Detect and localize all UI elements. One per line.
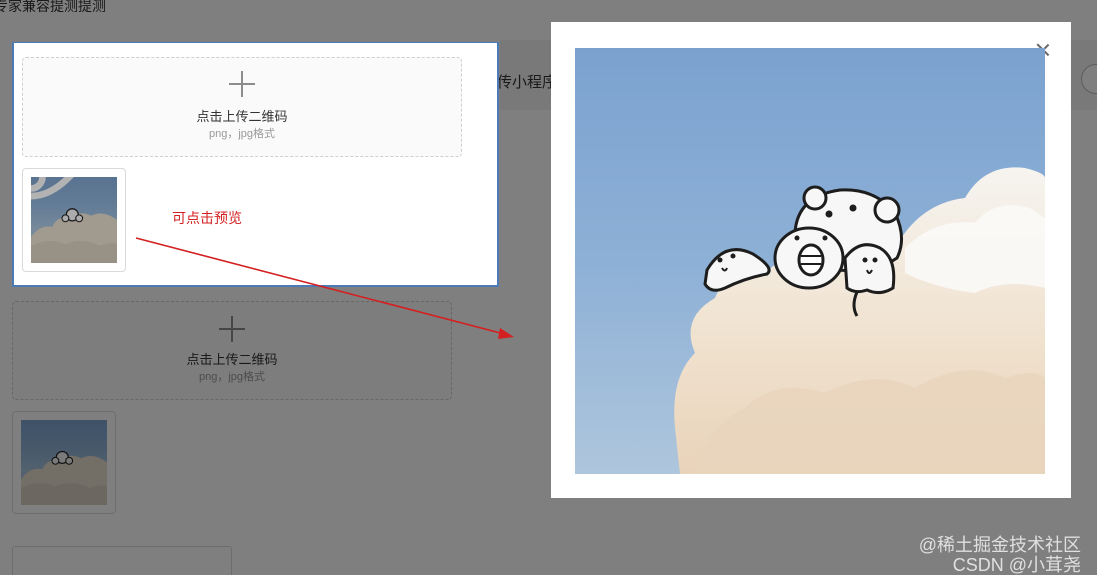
preview-hint-note: 可点击预览 [172, 210, 242, 226]
watermark-line-2: CSDN @小茸尧 [952, 555, 1081, 575]
bear-cloud-illustration [575, 48, 1045, 474]
qr-thumbnail-hover[interactable] [22, 168, 126, 272]
watermark-line-1: @稀土掘金技术社区 [918, 535, 1081, 555]
preview-image [575, 48, 1045, 474]
watermark: @稀土掘金技术社区 CSDN @小茸尧 [919, 535, 1081, 575]
qr-upload-box[interactable]: 点击上传二维码 png，jpg格式 [22, 57, 462, 157]
eye-icon[interactable] [31, 177, 74, 220]
upload-title: 点击上传二维码 [196, 109, 288, 124]
plus-icon [229, 71, 255, 97]
highlighted-upload-panel: 点击上传二维码 png，jpg格式 可点击预览 [12, 42, 499, 287]
thumbnail-image [31, 177, 117, 263]
image-preview-modal [551, 22, 1071, 498]
upload-hint: png，jpg格式 [208, 128, 276, 140]
